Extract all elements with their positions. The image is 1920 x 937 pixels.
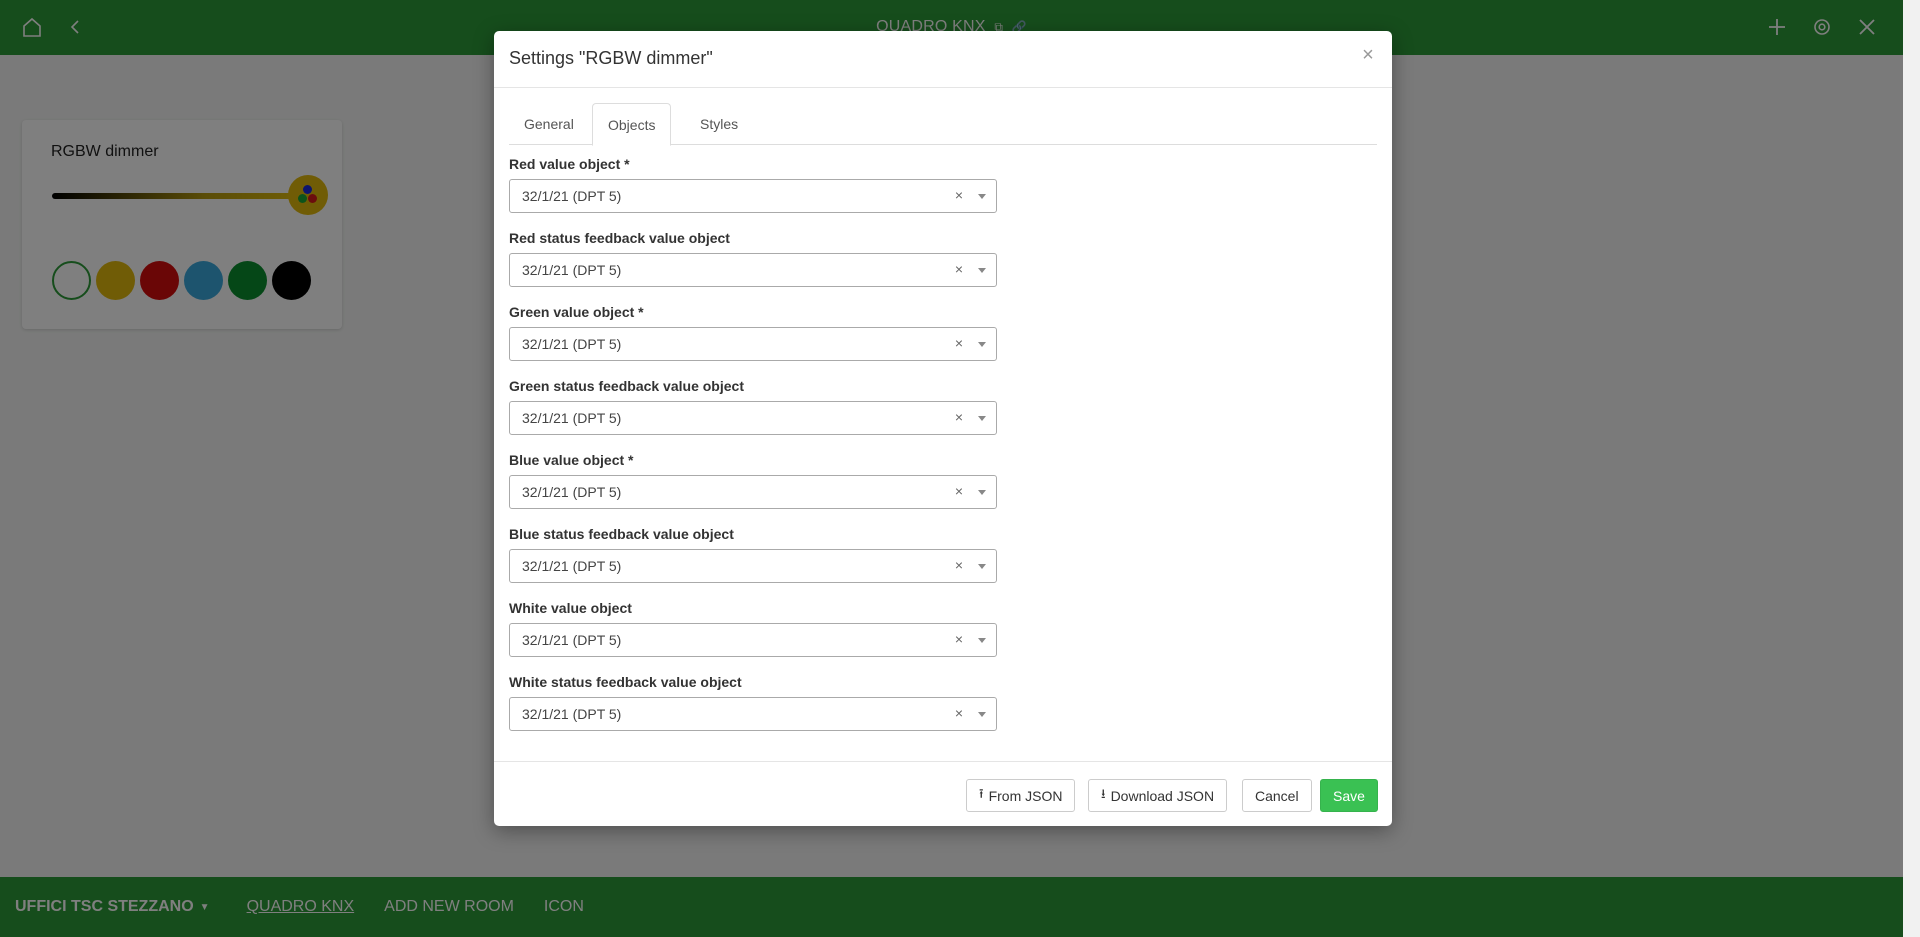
select-value: 32/1/21 (DPT 5)	[522, 188, 622, 204]
chevron-down-icon[interactable]	[978, 712, 986, 717]
green-status-feedback-label: Green status feedback value object	[509, 378, 744, 394]
page-scrollbar[interactable]	[1903, 0, 1920, 937]
modal-footer: ⭱ From JSON ⭳ Download JSON Cancel Save	[494, 761, 1392, 826]
chevron-down-icon[interactable]	[978, 194, 986, 199]
from-json-label: From JSON	[988, 787, 1063, 804]
settings-tabs: General Objects Styles	[509, 103, 1377, 146]
select-value: 32/1/21 (DPT 5)	[522, 410, 622, 426]
tab-objects[interactable]: Objects	[592, 103, 672, 146]
upload-icon: ⭱	[979, 785, 984, 801]
green-value-object-select[interactable]: 32/1/21 (DPT 5) ×	[509, 327, 997, 361]
blue-status-feedback-select[interactable]: 32/1/21 (DPT 5) ×	[509, 549, 997, 583]
download-json-button[interactable]: ⭳ Download JSON	[1088, 779, 1228, 812]
white-value-object-select[interactable]: 32/1/21 (DPT 5) ×	[509, 623, 997, 657]
chevron-down-icon[interactable]	[978, 342, 986, 347]
chevron-down-icon[interactable]	[978, 416, 986, 421]
select-value: 32/1/21 (DPT 5)	[522, 262, 622, 278]
red-status-feedback-label: Red status feedback value object	[509, 230, 730, 246]
blue-status-feedback-label: Blue status feedback value object	[509, 526, 734, 542]
clear-icon[interactable]: ×	[955, 409, 963, 425]
select-value: 32/1/21 (DPT 5)	[522, 706, 622, 722]
clear-icon[interactable]: ×	[955, 335, 963, 351]
chevron-down-icon[interactable]	[978, 564, 986, 569]
white-status-feedback-select[interactable]: 32/1/21 (DPT 5) ×	[509, 697, 997, 731]
blue-value-object-label: Blue value object *	[509, 452, 634, 468]
save-button[interactable]: Save	[1320, 779, 1378, 812]
red-value-object-select[interactable]: 32/1/21 (DPT 5) ×	[509, 179, 997, 213]
green-value-object-label: Green value object *	[509, 304, 644, 320]
modal-title: Settings "RGBW dimmer"	[509, 48, 713, 68]
from-json-button[interactable]: ⭱ From JSON	[966, 779, 1076, 812]
tab-general[interactable]: General	[509, 103, 589, 145]
clear-icon[interactable]: ×	[955, 483, 963, 499]
clear-icon[interactable]: ×	[955, 261, 963, 277]
select-value: 32/1/21 (DPT 5)	[522, 558, 622, 574]
red-status-feedback-select[interactable]: 32/1/21 (DPT 5) ×	[509, 253, 997, 287]
blue-value-object-select[interactable]: 32/1/21 (DPT 5) ×	[509, 475, 997, 509]
select-value: 32/1/21 (DPT 5)	[522, 336, 622, 352]
green-status-feedback-select[interactable]: 32/1/21 (DPT 5) ×	[509, 401, 997, 435]
clear-icon[interactable]: ×	[955, 705, 963, 721]
chevron-down-icon[interactable]	[978, 268, 986, 273]
tab-styles[interactable]: Styles	[685, 103, 753, 145]
select-value: 32/1/21 (DPT 5)	[522, 632, 622, 648]
chevron-down-icon[interactable]	[978, 638, 986, 643]
download-json-label: Download JSON	[1110, 787, 1215, 804]
chevron-down-icon[interactable]	[978, 490, 986, 495]
red-value-object-label: Red value object *	[509, 156, 630, 172]
white-value-object-label: White value object	[509, 600, 632, 616]
cancel-button[interactable]: Cancel	[1242, 779, 1312, 812]
modal-close-button[interactable]: ×	[1356, 43, 1380, 67]
clear-icon[interactable]: ×	[955, 631, 963, 647]
settings-modal: Settings "RGBW dimmer" × General Objects…	[494, 31, 1392, 826]
modal-header: Settings "RGBW dimmer" ×	[494, 31, 1392, 88]
clear-icon[interactable]: ×	[955, 187, 963, 203]
white-status-feedback-label: White status feedback value object	[509, 674, 742, 690]
select-value: 32/1/21 (DPT 5)	[522, 484, 622, 500]
download-icon: ⭳	[1101, 785, 1106, 801]
clear-icon[interactable]: ×	[955, 557, 963, 573]
